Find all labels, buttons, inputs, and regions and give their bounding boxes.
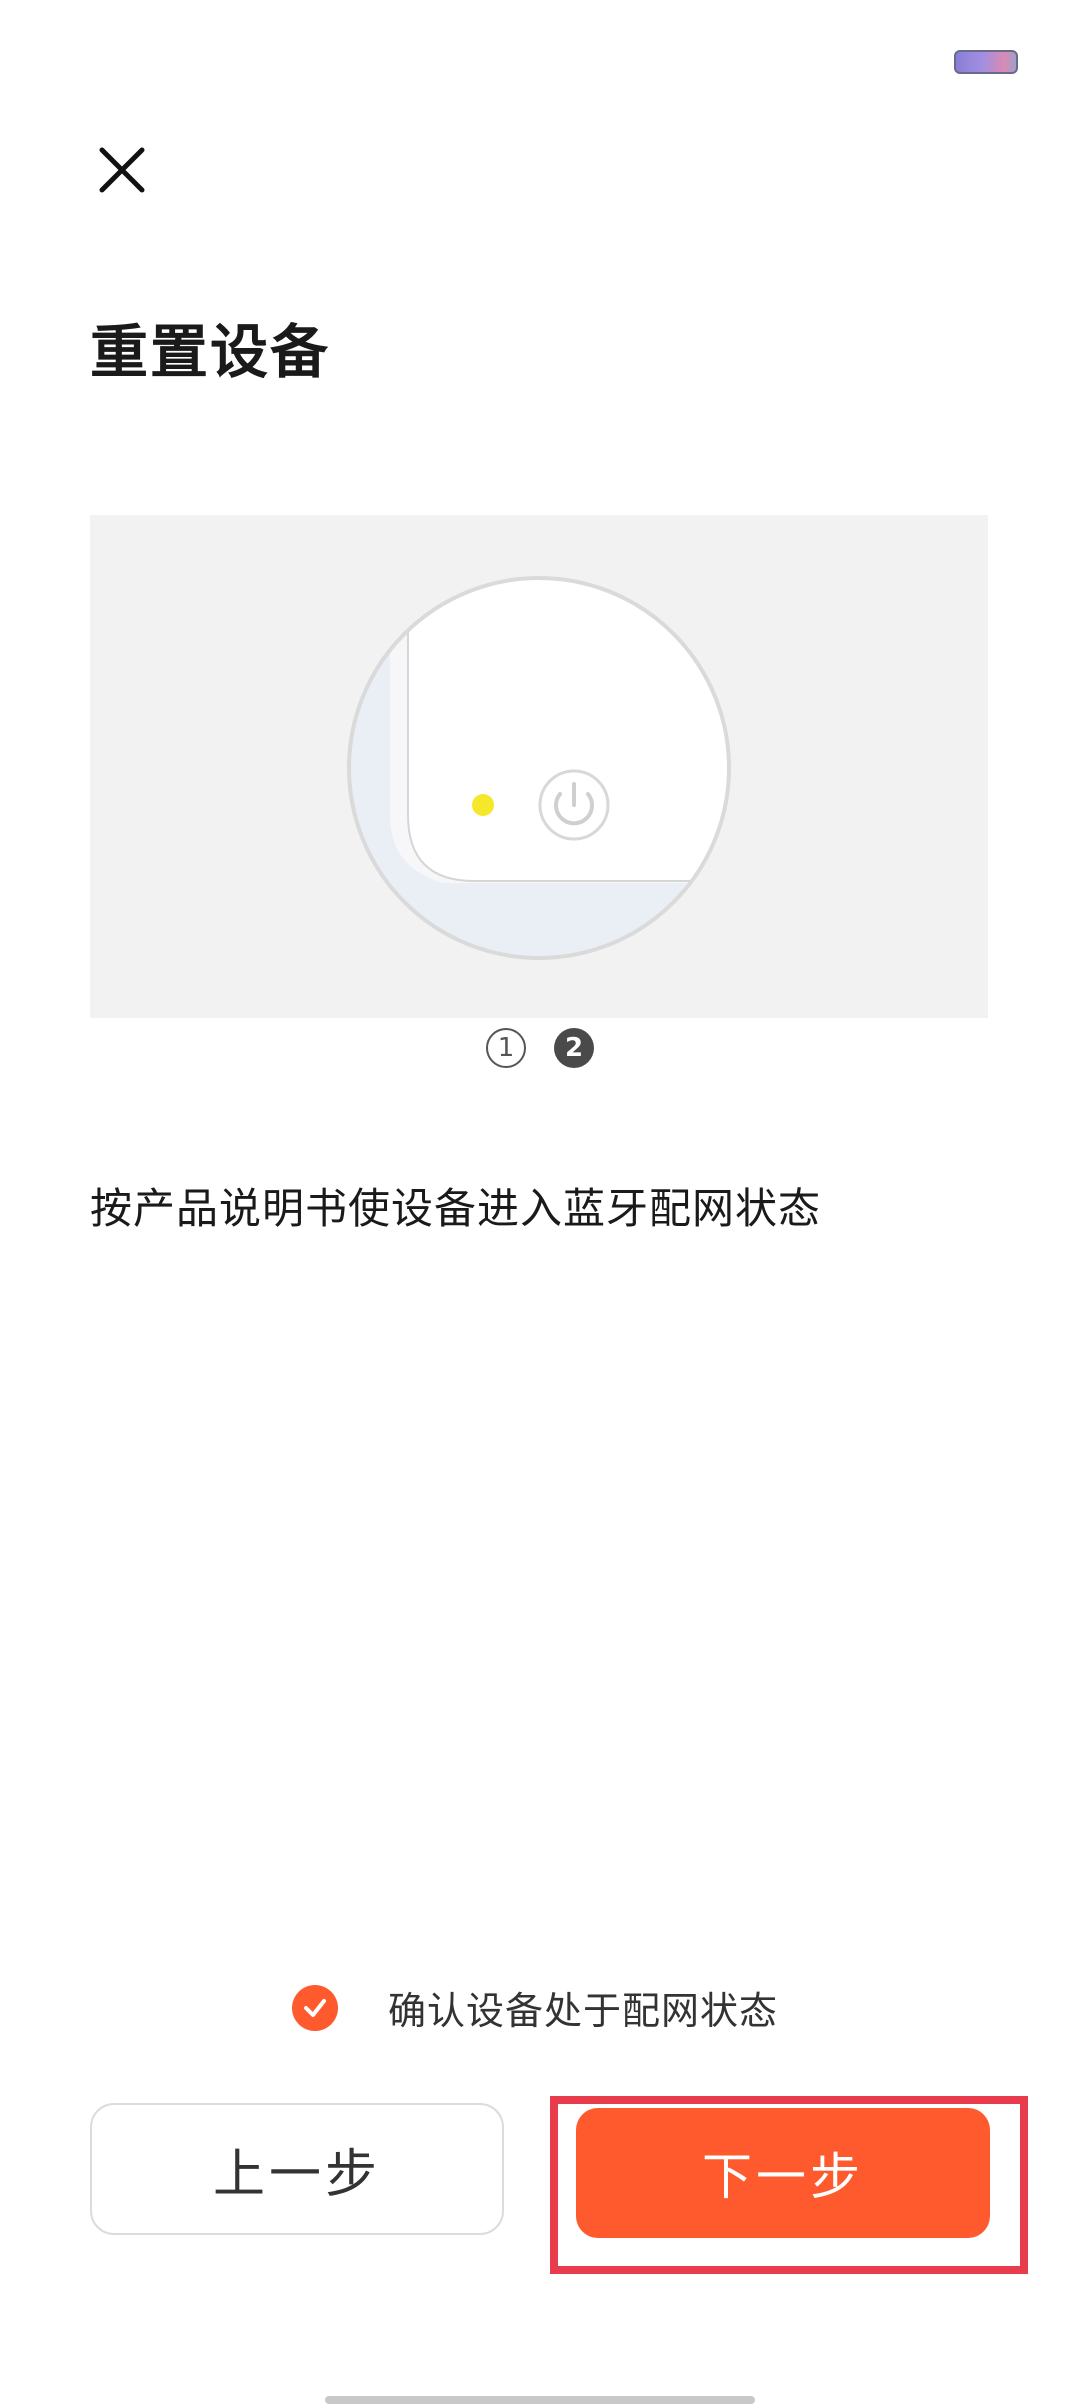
pager-dot-1[interactable]: 1	[486, 1028, 526, 1068]
led-indicator	[472, 794, 494, 816]
confirm-label[interactable]: 确认设备处于配网状态	[388, 1980, 778, 2035]
status-indicator-pill	[954, 50, 1018, 74]
previous-step-button[interactable]: 上一步	[90, 2103, 504, 2235]
home-indicator[interactable]	[325, 2396, 755, 2404]
device-reset-image	[347, 576, 731, 960]
page-title: 重置设备	[90, 318, 331, 386]
step-pager: 1 2	[0, 1028, 1080, 1068]
next-step-button[interactable]: 下一步	[576, 2108, 990, 2238]
close-icon	[99, 147, 145, 193]
pager-dot-2[interactable]: 2	[554, 1028, 594, 1068]
instruction-text: 按产品说明书使设备进入蓝牙配网状态	[90, 1184, 822, 1233]
check-circle-icon[interactable]	[292, 1984, 338, 2031]
device-illustration	[90, 515, 988, 1018]
close-button[interactable]	[90, 138, 154, 202]
power-button-icon	[538, 769, 610, 841]
confirm-row[interactable]: 确认设备处于配网状态	[292, 1980, 778, 2035]
